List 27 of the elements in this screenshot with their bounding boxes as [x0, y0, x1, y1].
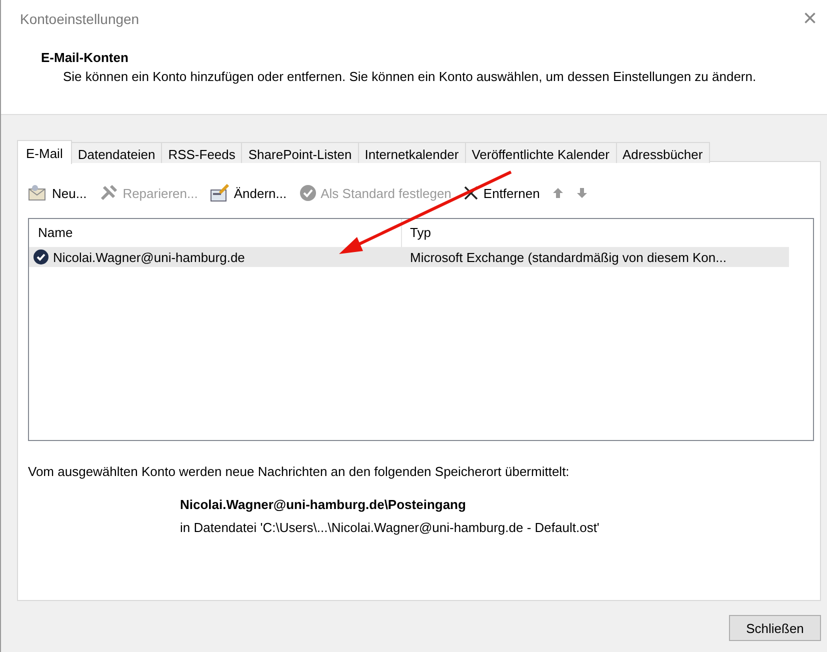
- tab[interactable]: Internetkalender: [358, 142, 466, 163]
- envelope-icon: [28, 184, 48, 202]
- check-icon: [298, 184, 317, 202]
- column-header[interactable]: Name: [29, 219, 401, 247]
- data-file-path: in Datendatei 'C:\Users\...\Nicolai.Wagner@uni-hamburg.de - Default.ost': [180, 520, 600, 535]
- toolbar-button[interactable]: Ändern...: [210, 184, 287, 202]
- delivery-folder: Nicolai.Wagner@uni-hamburg.de\Posteingang: [180, 497, 467, 512]
- account-type: Microsoft Exchange (standardmäßig von diesem Kon...: [409, 250, 726, 264]
- section-description: Sie können ein Konto hinzufügen oder entfernen. Sie können ein Konto auswählen, um dessen Einstellungen zu ändern.: [63, 68, 758, 86]
- tab[interactable]: Adressbücher: [616, 142, 710, 163]
- tab[interactable]: SharePoint-Listen: [241, 142, 359, 163]
- toolbar-button[interactable]: Entfernen: [463, 185, 540, 201]
- toolbar-button[interactable]: Neu...: [28, 184, 87, 202]
- tab[interactable]: Veröffentlichte Kalender: [464, 142, 616, 163]
- account-name: Nicolai.Wagner@uni-hamburg.de: [53, 250, 245, 264]
- close-icon: [463, 185, 480, 201]
- account-row[interactable]: Nicolai.Wagner@uni-hamburg.de Microsoft Exchange (standardmäßig von diesem Kon...: [29, 247, 789, 267]
- tab[interactable]: Datendateien: [70, 142, 162, 163]
- close-button[interactable]: ×: [798, 8, 821, 30]
- section-heading: E-Mail-Konten: [41, 50, 130, 65]
- tab[interactable]: RSS-Feeds: [161, 142, 242, 163]
- edit-icon: [210, 184, 230, 202]
- close-dialog-button[interactable]: Schließen: [729, 615, 821, 641]
- window-title: Kontoeinstellungen: [20, 11, 140, 27]
- tools-icon: [98, 184, 119, 202]
- delivery-text: Vom ausgewählten Konto werden neue Nachrichten an den folgenden Speicherort übermittelt:: [28, 464, 570, 479]
- tab[interactable]: E-Mail: [17, 140, 72, 164]
